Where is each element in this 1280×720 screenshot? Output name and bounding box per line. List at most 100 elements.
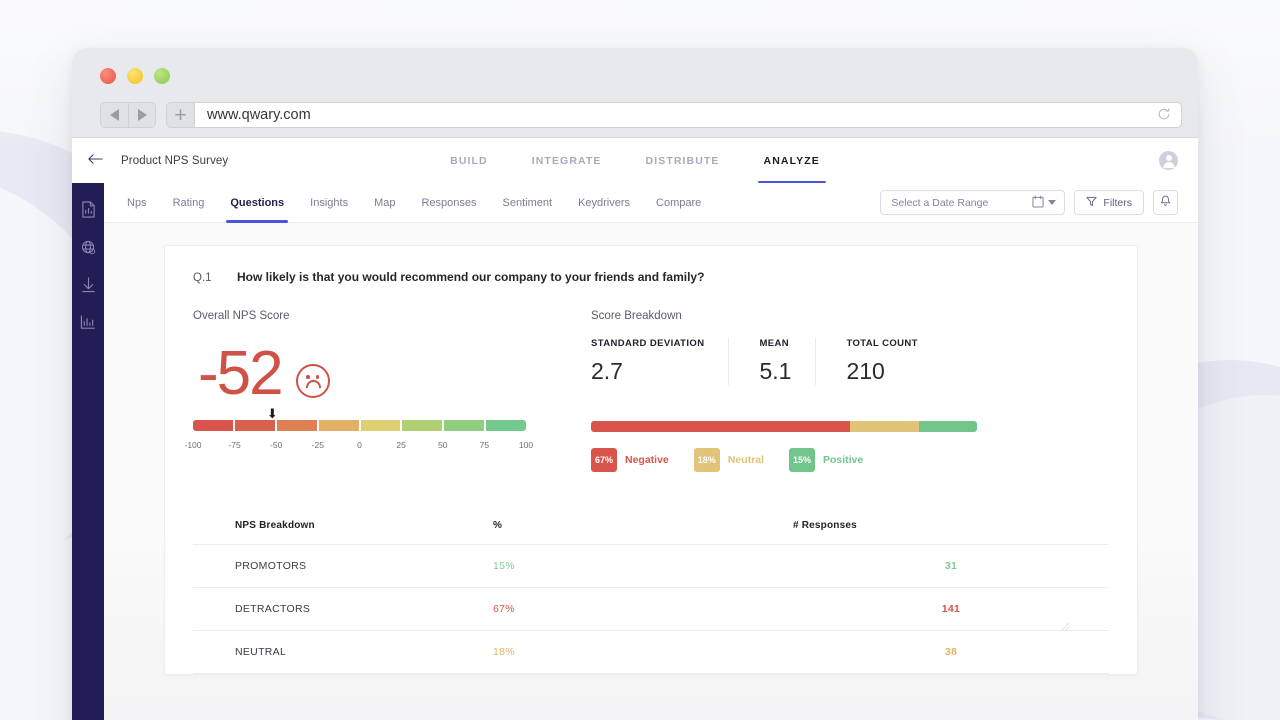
table-row[interactable]: PROMOTORS 15% 31 [193,544,1109,588]
subnav-actions: Select a Date Range Filters [880,190,1178,215]
filters-label: Filters [1103,196,1132,209]
gauge-label: -100 [184,440,202,450]
browser-window: + www.qwary.com Product NPS Survey BUILD… [72,48,1198,720]
nps-gauge-pointer-icon: ⬇ [266,406,278,421]
stat-value: 210 [846,358,885,384]
notifications-button[interactable] [1153,190,1178,215]
score-breakdown-title: Score Breakdown [591,310,682,322]
tab-build[interactable]: BUILD [450,138,488,183]
column-header-percent[interactable]: % [493,508,793,545]
date-range-placeholder: Select a Date Range [891,196,989,209]
legend-percent-chip: 15% [788,448,815,472]
subtab-map[interactable]: Map [361,183,408,223]
cell-responses: 38 [793,630,1109,674]
score-breakdown-panel: Score Breakdown STANDARD DEVIATION 2.7 M… [583,310,1109,472]
gauge-label: -25 [311,440,325,450]
nps-score-row: -52 [193,338,583,410]
sentiment-segment-neutral [849,421,920,432]
date-range-picker[interactable]: Select a Date Range [880,190,1066,215]
dashboard-scroll-area[interactable]: Q.1 How likely is that you would recomme… [104,223,1198,720]
gauge-label: -50 [270,440,283,450]
legend-label: Neutral [727,454,764,466]
forward-button[interactable] [128,103,155,127]
app-header: Product NPS Survey BUILD INTEGRATE DISTR… [72,138,1198,183]
gauge-segment-1 [234,420,275,431]
reload-icon[interactable] [1157,107,1171,124]
main-tabs: BUILD INTEGRATE DISTRIBUTE ANALYZE [72,138,1198,183]
gauge-label: 100 [518,440,534,450]
tab-distribute[interactable]: DISTRIBUTE [646,138,720,183]
sidebar-item-analytics[interactable] [80,315,96,330]
url-bar[interactable]: www.qwary.com [195,102,1182,128]
forward-triangle-icon [137,109,147,121]
minimize-window-button[interactable] [127,68,143,84]
sad-face-icon [295,364,330,398]
filters-button[interactable]: Filters [1074,190,1144,215]
sidebar-item-download[interactable] [81,277,96,293]
subtab-insights[interactable]: Insights [297,183,361,223]
resize-handle-icon[interactable] [1057,618,1070,636]
tab-integrate[interactable]: INTEGRATE [532,138,602,183]
sidebar-item-reports[interactable] [81,201,96,218]
legend-label: Negative [625,454,669,466]
legend-item-neutral: 18% Neutral [693,448,764,472]
overall-nps-panel: Overall NPS Score -52 ⬇ -100 -75 -50-25 … [184,310,583,472]
new-tab-button[interactable]: + [166,102,195,128]
subtab-responses[interactable]: Responses [408,183,489,223]
back-triangle-icon [110,109,119,121]
funnel-icon [1086,196,1097,210]
stat-mean: MEAN 5.1 [728,338,815,385]
cell-percent: 67% [493,587,793,631]
legend-label: Positive [822,454,864,466]
stat-value: 2.7 [591,358,623,384]
bell-icon [1160,194,1171,212]
sidebar-item-globe[interactable] [81,240,96,255]
subtab-rating[interactable]: Rating [160,183,218,223]
back-button[interactable] [101,103,128,127]
analyze-subnav: Nps Rating Questions Insights Map Respon… [104,183,1198,223]
subtab-questions[interactable]: Questions [217,183,297,223]
subtab-compare[interactable]: Compare [643,183,714,223]
table-row[interactable]: NEUTRAL 18% 38 [193,630,1109,674]
navigation-buttons [100,102,156,128]
sentiment-segment-positive [919,421,977,432]
sentiment-segment-negative [591,421,850,432]
gauge-segment-7 [486,420,526,431]
gauge-segment-6 [444,420,485,431]
tab-analyze[interactable]: ANALYZE [757,138,827,183]
column-header-responses[interactable]: # Responses [793,508,1109,545]
stat-label: TOTAL COUNT [846,338,918,349]
content-area: Nps Rating Questions Insights Map Respon… [104,183,1198,720]
legend-percent-chip: 67% [591,448,617,472]
gauge-label: -75 [228,440,241,450]
table-header-row: NPS Breakdown % # Responses [193,508,1109,545]
cell-responses: 31 [793,544,1109,588]
maximize-window-button[interactable] [154,68,170,84]
gauge-segment-3 [318,420,359,431]
gauge-label: 0 [357,440,362,450]
sentiment-stacked-bar [591,421,977,432]
question-row: Q.1 How likely is that you would recomme… [165,270,1137,284]
url-text: www.qwary.com [207,107,311,123]
gauge-label: 25 [396,440,406,450]
close-window-button[interactable] [100,68,116,84]
nps-score-value: -52 [198,339,284,408]
subtab-sentiment[interactable]: Sentiment [490,183,566,223]
left-sidebar [72,183,104,720]
nps-gauge-bar [193,420,526,431]
table-row[interactable]: DETRACTORS 67% 141 [193,587,1109,631]
sentiment-legend: 67% Negative 18% Neutral 15% Positive [591,448,1109,472]
metrics-panels: Overall NPS Score -52 ⬇ -100 -75 -50-25 … [165,284,1137,472]
cell-name: NEUTRAL [193,630,493,674]
plus-icon: + [174,103,187,127]
account-circle-icon[interactable] [1159,151,1178,170]
gauge-label: 75 [479,440,490,450]
browser-chrome: + www.qwary.com [72,48,1198,138]
column-header-name[interactable]: NPS Breakdown [193,508,493,545]
subtab-keydrivers[interactable]: Keydrivers [565,183,643,223]
chevron-down-icon [1048,200,1057,205]
legend-item-positive: 15% Positive [788,448,864,472]
cell-percent: 15% [493,544,793,588]
gauge-segment-0 [193,420,233,431]
subtab-nps[interactable]: Nps [114,183,160,223]
